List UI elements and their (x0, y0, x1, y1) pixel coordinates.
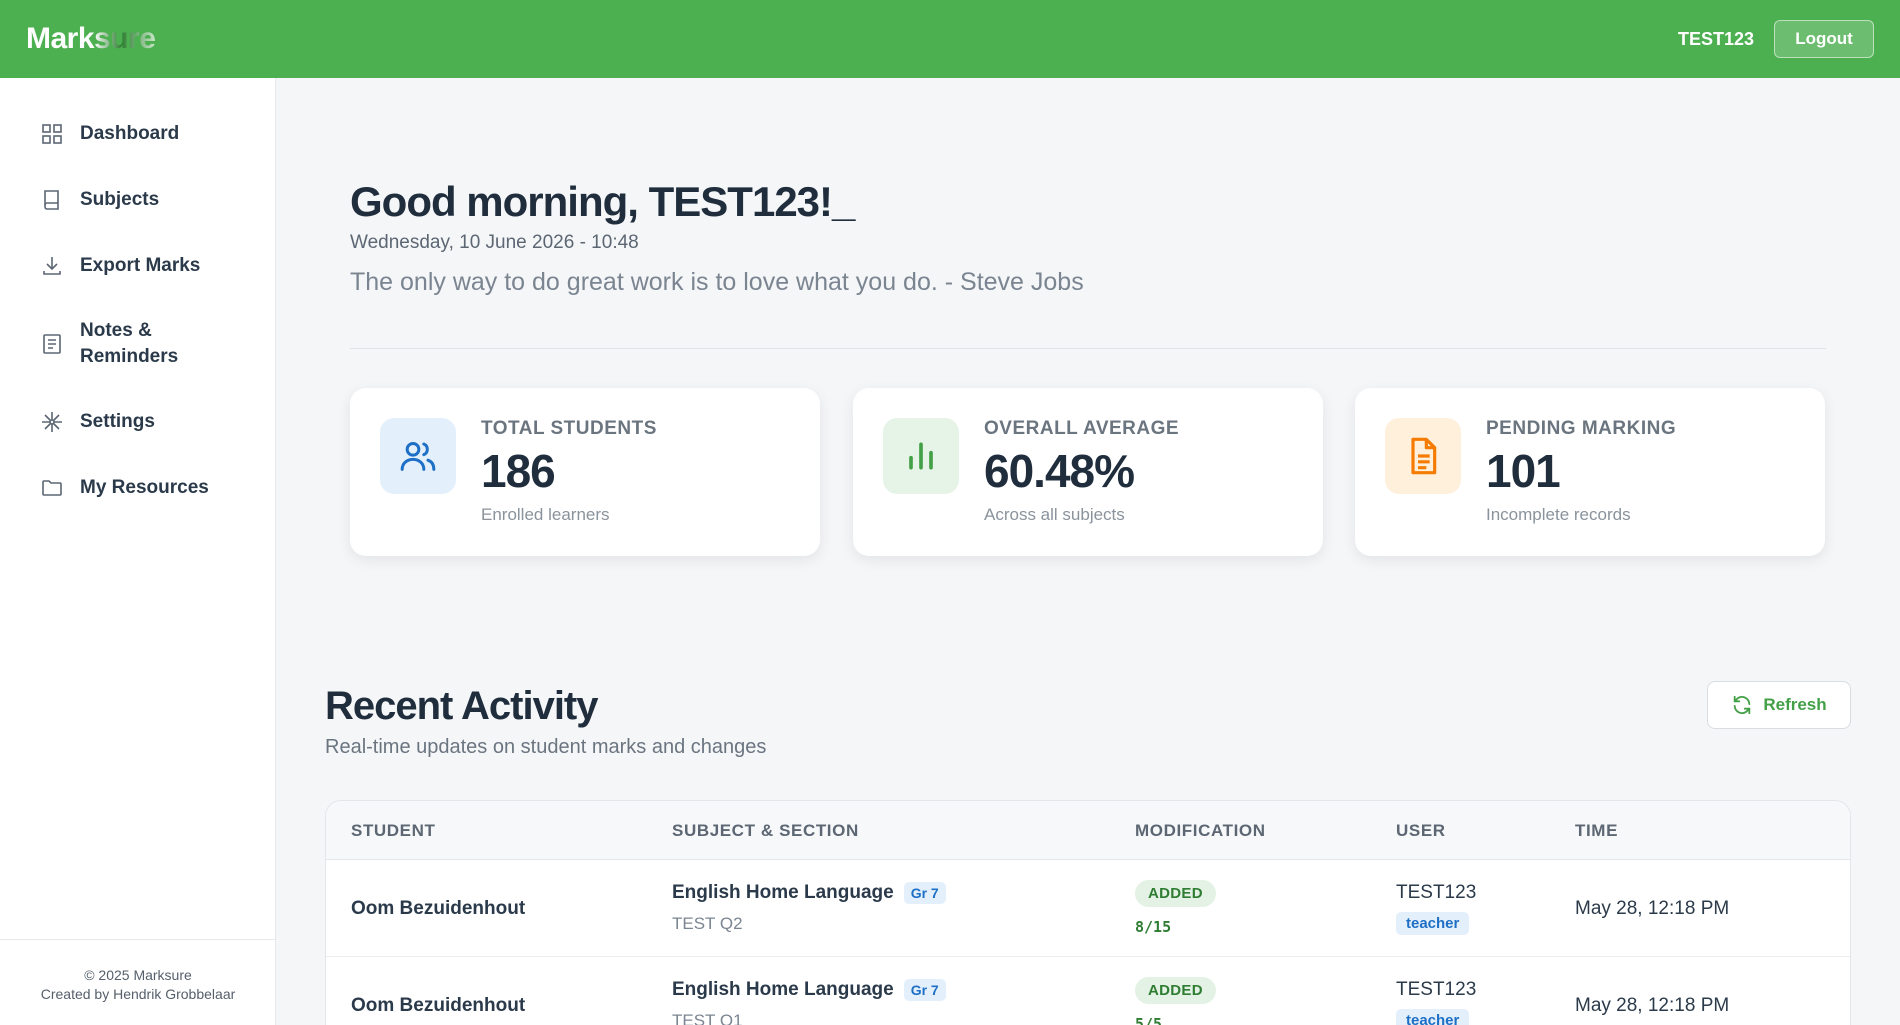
column-header-time: TIME (1575, 821, 1619, 840)
note-icon (40, 332, 64, 356)
sidebar-item-label: Settings (80, 411, 155, 432)
column-header-modification: MODIFICATION (1135, 821, 1266, 840)
activity-time: May 28, 12:18 PM (1575, 898, 1730, 919)
recent-activity-title: Recent Activity (325, 684, 598, 728)
subject-name: English Home Language (672, 979, 894, 1000)
stat-description: Enrolled learners (481, 505, 610, 524)
footer-credit: Created by Hendrik Grobbelaar (40, 986, 236, 1002)
sidebar-item-label: My Resources (80, 477, 209, 498)
sidebar-item-label: Dashboard (80, 123, 180, 144)
brand-logo-part-2: sure (94, 22, 156, 55)
refresh-button[interactable]: Refresh (1707, 681, 1851, 729)
sidebar-item-subjects[interactable]: Subjects (0, 184, 199, 216)
folder-icon (40, 476, 64, 500)
subject-cell: English Home Language Gr 7 (672, 882, 946, 904)
stat-label: OVERALL AVERAGE (984, 418, 1180, 439)
book-icon (40, 188, 64, 212)
subject-cell: English Home Language Gr 7 (672, 979, 946, 1001)
table-header: STUDENT SUBJECT & SECTION MODIFICATION U… (326, 801, 1850, 860)
activity-time: May 28, 12:18 PM (1575, 995, 1730, 1016)
user-name: TEST123 (1396, 882, 1477, 903)
sidebar-item-notes-reminders[interactable]: Notes & Reminders (0, 318, 276, 370)
user-name: TEST123 (1396, 979, 1477, 1000)
users-icon (380, 418, 456, 494)
column-header-student: STUDENT (351, 821, 436, 840)
refresh-icon (1734, 695, 1751, 715)
brand-logo[interactable]: Marksure (26, 22, 156, 56)
footer-copyright: © 2025 Marksure (84, 967, 192, 983)
logout-button[interactable]: Logout (1774, 20, 1874, 58)
sidebar-item-label: Notes & Reminders (80, 320, 179, 367)
stat-card-overall-average: OVERALL AVERAGE 60.48% Across all subjec… (853, 388, 1323, 556)
user-role-badge: teacher (1396, 1009, 1470, 1025)
stat-label: PENDING MARKING (1486, 418, 1677, 439)
brand-logo-part-1: Mark (26, 22, 95, 55)
bar-chart-icon (883, 418, 959, 494)
stat-value: 101 (1486, 445, 1561, 497)
column-header-subject: SUBJECT & SECTION (672, 821, 859, 840)
refresh-label: Refresh (1763, 695, 1827, 714)
stat-description: Across all subjects (984, 505, 1125, 524)
stat-card-total-students: TOTAL STUDENTS 186 Enrolled learners (350, 388, 820, 556)
settings-icon (40, 410, 64, 434)
sidebar: Dashboard Subjects Export Marks Notes & … (0, 78, 276, 1025)
download-icon (40, 254, 64, 278)
stat-label: TOTAL STUDENTS (481, 418, 657, 439)
modification-badge: ADDED (1135, 977, 1216, 1004)
sidebar-item-settings[interactable]: Settings (0, 406, 195, 438)
table-row[interactable]: Oom Bezuidenhout English Home Language G… (326, 860, 1850, 957)
sidebar-footer: © 2025 Marksure Created by Hendrik Grobb… (0, 939, 276, 1025)
grade-badge: Gr 7 (903, 979, 946, 1001)
recent-activity-subtitle: Real-time updates on student marks and c… (325, 736, 767, 758)
grade-badge: Gr 7 (903, 882, 946, 904)
stat-card-pending-marking: PENDING MARKING 101 Incomplete records (1355, 388, 1825, 556)
column-header-user: USER (1396, 821, 1446, 840)
stat-value: 186 (481, 445, 556, 497)
sidebar-item-label: Subjects (80, 189, 160, 210)
modification-badge: ADDED (1135, 880, 1216, 907)
modification-score: 5/5 (1135, 1015, 1163, 1025)
subject-name: English Home Language (672, 882, 894, 903)
sidebar-item-label: Export Marks (80, 255, 201, 276)
section-name: TEST Q2 (672, 914, 743, 933)
motivational-quote: The only way to do great work is to love… (350, 268, 1084, 296)
user-role-badge: teacher (1396, 912, 1470, 935)
sidebar-item-export-marks[interactable]: Export Marks (0, 250, 240, 282)
current-user-name: TEST123 (1677, 28, 1754, 49)
activity-table: STUDENT SUBJECT & SECTION MODIFICATION U… (325, 800, 1851, 1025)
table-row[interactable]: Oom Bezuidenhout English Home Language G… (326, 957, 1850, 1025)
header-user-area: TEST123 Logout (1678, 20, 1874, 58)
sidebar-item-dashboard[interactable]: Dashboard (0, 118, 219, 150)
document-icon (1385, 418, 1461, 494)
student-name: Oom Bezuidenhout (351, 898, 526, 919)
sidebar-item-my-resources[interactable]: My Resources (0, 472, 249, 504)
page-greeting: Good morning, TEST123!_ (350, 178, 855, 225)
section-name: TEST Q1 (672, 1011, 743, 1025)
current-datetime: Wednesday, 10 June 2026 - 10:48 (350, 232, 639, 253)
grid-icon (40, 122, 64, 146)
stat-description: Incomplete records (1486, 505, 1631, 524)
section-divider (350, 348, 1826, 349)
top-header: Marksure TEST123 Logout (0, 0, 1900, 78)
modification-score: 8/15 (1135, 918, 1172, 936)
student-name: Oom Bezuidenhout (351, 995, 526, 1016)
stat-value: 60.48% (984, 445, 1135, 497)
